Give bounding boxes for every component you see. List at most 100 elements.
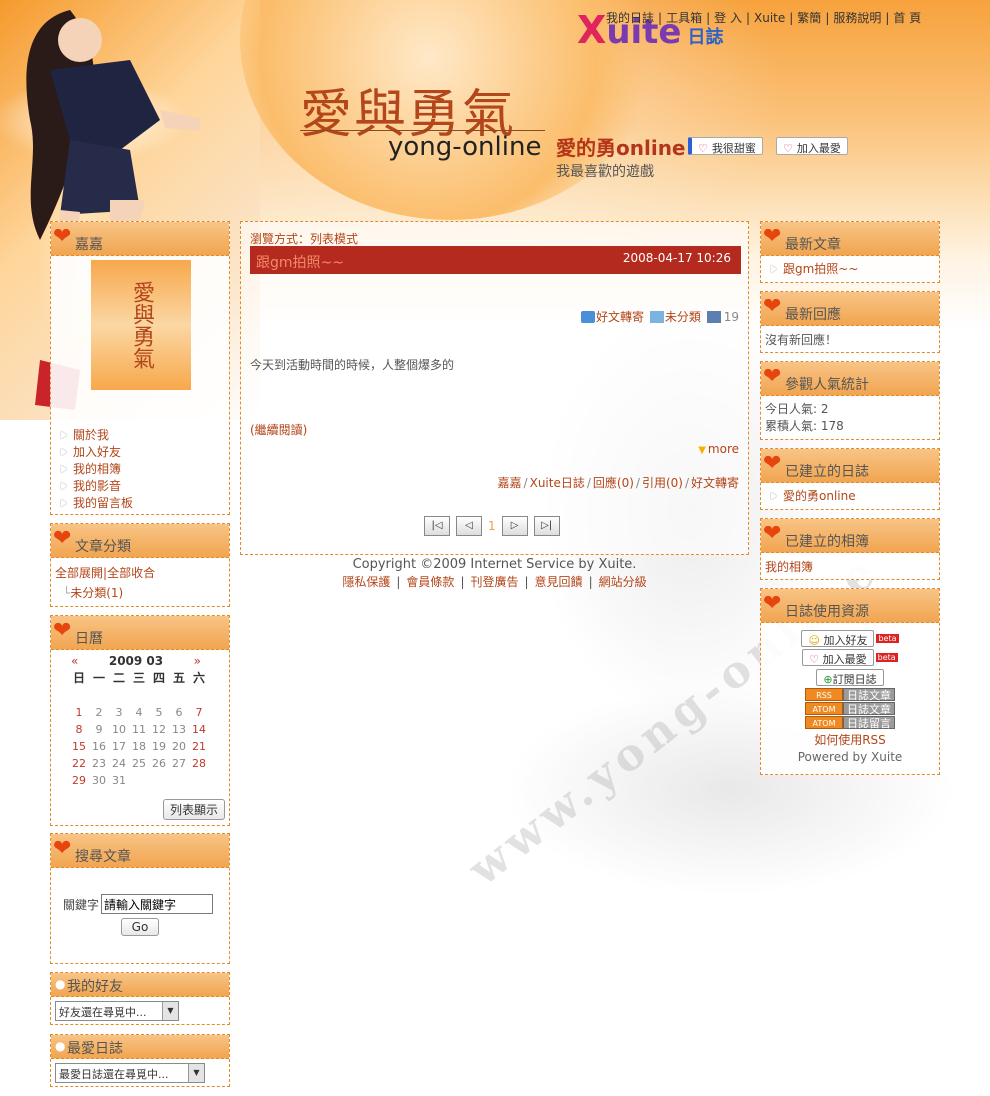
blogs-box: ❤ 已建立的日誌 愛的勇online	[760, 448, 940, 510]
post-trackback-link[interactable]: 引用(0)	[642, 476, 683, 490]
calendar-day[interactable]: 29	[69, 772, 89, 789]
nav-home[interactable]: 首 頁	[893, 11, 921, 25]
browse-mode[interactable]: 瀏覽方式：列表模式	[250, 230, 358, 247]
calendar-day[interactable]: 21	[189, 738, 209, 755]
calendar-day[interactable]: 15	[69, 738, 89, 755]
list-view-button[interactable]: 列表顯示	[162, 799, 225, 820]
stats-header: ❤ 參觀人氣統計	[761, 362, 939, 396]
add-favorite-button[interactable]: ♡ 加入最愛	[776, 137, 848, 155]
calendar-day[interactable]: 24	[109, 755, 129, 772]
nav-my-blog[interactable]: 我的日誌	[606, 11, 654, 25]
resources-header: ❤ 日誌使用資源	[761, 589, 939, 623]
nav-service-info[interactable]: 服務說明	[833, 11, 881, 25]
rss-posts-button[interactable]: RSS 日誌文章	[761, 688, 939, 702]
heart-icon: ❤	[763, 294, 782, 319]
atom-posts-button[interactable]: ATOM 日誌文章	[761, 702, 939, 716]
users-icon: ☺	[808, 634, 820, 647]
footer-privacy[interactable]: 隱私保護	[342, 575, 390, 589]
post-category-link[interactable]: 未分類	[665, 310, 701, 324]
atom-comments-button[interactable]: ATOM 日誌留言	[761, 716, 939, 730]
folder-icon	[649, 311, 664, 323]
collapse-all-link[interactable]: 全部收合	[107, 566, 155, 580]
footer-links: 隱私保護 | 會員條款 | 刊登廣告 | 意見回饋 | 網站分級	[342, 575, 647, 589]
friends-select[interactable]: 好友還在尋覓中... ▼	[55, 1001, 179, 1021]
calendar-day[interactable]: 27	[169, 755, 189, 772]
sweet-button[interactable]: ♡ 我很甜蜜	[688, 137, 763, 155]
res-add-fav-button[interactable]: ♡ 加入最愛	[802, 649, 874, 666]
calendar-day[interactable]: 18	[129, 738, 149, 755]
last-page-button[interactable]: ▷|	[533, 516, 560, 536]
calendar-day[interactable]: 30	[89, 772, 109, 789]
first-page-button[interactable]: |◁	[424, 516, 450, 536]
footer-terms[interactable]: 會員條款	[406, 575, 454, 589]
calendar-day[interactable]: 5	[149, 704, 169, 721]
link-my-videos[interactable]: 我的影音	[73, 479, 121, 493]
footer-ads[interactable]: 刊登廣告	[470, 575, 518, 589]
subscribe-button[interactable]: ⊕訂閱日誌	[816, 669, 884, 686]
search-go-button[interactable]: Go	[120, 918, 160, 936]
calendar-blank	[169, 687, 189, 704]
latest-post-item[interactable]: 跟gm拍照~~	[783, 262, 858, 276]
calendar-prev[interactable]: «	[71, 654, 78, 668]
how-to-rss-link[interactable]: 如何使用RSS	[761, 731, 939, 748]
fav-blogs-select[interactable]: 最愛日誌還在尋覓中... ▼	[55, 1063, 205, 1083]
calendar-day[interactable]: 2	[89, 704, 109, 721]
footer-rating[interactable]: 網站分級	[599, 575, 647, 589]
link-about-me[interactable]: 關於我	[73, 428, 109, 442]
next-page-button[interactable]: ▷	[501, 516, 528, 536]
calendar-day[interactable]: 16	[89, 738, 109, 755]
post-view-count: 19	[723, 310, 739, 324]
calendar-day[interactable]: 26	[149, 755, 169, 772]
calendar-day[interactable]: 12	[149, 721, 169, 738]
calendar-day[interactable]: 1	[69, 704, 89, 721]
calendar-day[interactable]: 7	[189, 704, 209, 721]
friends-box-header: ● 我的好友	[51, 973, 229, 997]
post-comments-link[interactable]: 回應(0)	[593, 476, 634, 490]
calendar-day[interactable]: 20	[169, 738, 189, 755]
post-xuite-link[interactable]: Xuite日誌	[530, 476, 585, 490]
calendar-day[interactable]: 19	[149, 738, 169, 755]
calendar-day[interactable]: 13	[169, 721, 189, 738]
post-author-link[interactable]: 嘉嘉	[498, 476, 522, 490]
nav-trad-simp[interactable]: 繁簡	[797, 11, 821, 25]
album-item[interactable]: 我的相簿	[765, 560, 813, 574]
nav-login[interactable]: 登 入	[714, 11, 742, 25]
blog-title[interactable]: 愛的勇online	[556, 132, 686, 161]
latest-replies-header: ❤ 最新回應	[761, 292, 939, 326]
calendar-next[interactable]: »	[194, 654, 201, 668]
calendar-blank	[149, 687, 169, 704]
post-share-link[interactable]: 好文轉寄	[596, 310, 644, 324]
calendar-day[interactable]: 14	[189, 721, 209, 738]
link-my-albums[interactable]: 我的相簿	[73, 462, 121, 476]
calendar-day[interactable]: 8	[69, 721, 89, 738]
prev-page-button[interactable]: ◁	[456, 516, 482, 536]
more-link[interactable]: ▼ more	[698, 442, 739, 456]
post-forward-link[interactable]: 好文轉寄	[691, 476, 739, 490]
calendar-day[interactable]: 22	[69, 755, 89, 772]
post-title[interactable]: 跟gm拍照~~	[256, 252, 344, 272]
continue-reading-link[interactable]: (繼續閱讀)	[250, 421, 307, 438]
avatar[interactable]: 愛與勇氣	[91, 260, 191, 390]
link-add-friend[interactable]: 加入好友	[73, 445, 121, 459]
nav-xuite[interactable]: Xuite	[754, 11, 785, 25]
calendar-day[interactable]: 23	[89, 755, 109, 772]
calendar-day[interactable]: 11	[129, 721, 149, 738]
nav-toolbox[interactable]: 工具箱	[666, 11, 702, 25]
calendar-day[interactable]: 17	[109, 738, 129, 755]
calendar-day[interactable]: 4	[129, 704, 149, 721]
calendar-day[interactable]: 9	[89, 721, 109, 738]
res-add-friend-button[interactable]: ☺ 加入好友	[801, 630, 875, 647]
blog-item[interactable]: 愛的勇online	[783, 489, 856, 503]
category-uncategorized[interactable]: 未分類(1)	[70, 586, 123, 600]
calendar-day[interactable]: 25	[129, 755, 149, 772]
calendar-day[interactable]: 31	[109, 772, 129, 789]
calendar-day[interactable]: 28	[189, 755, 209, 772]
search-input[interactable]	[101, 894, 214, 914]
calendar-day[interactable]: 10	[109, 721, 129, 738]
expand-all-link[interactable]: 全部展開	[55, 566, 103, 580]
link-guestbook[interactable]: 我的留言板	[73, 496, 133, 510]
calendar-day[interactable]: 3	[109, 704, 129, 721]
beta-badge: beta	[876, 634, 899, 643]
calendar-day[interactable]: 6	[169, 704, 189, 721]
footer-feedback[interactable]: 意見回饋	[535, 575, 583, 589]
